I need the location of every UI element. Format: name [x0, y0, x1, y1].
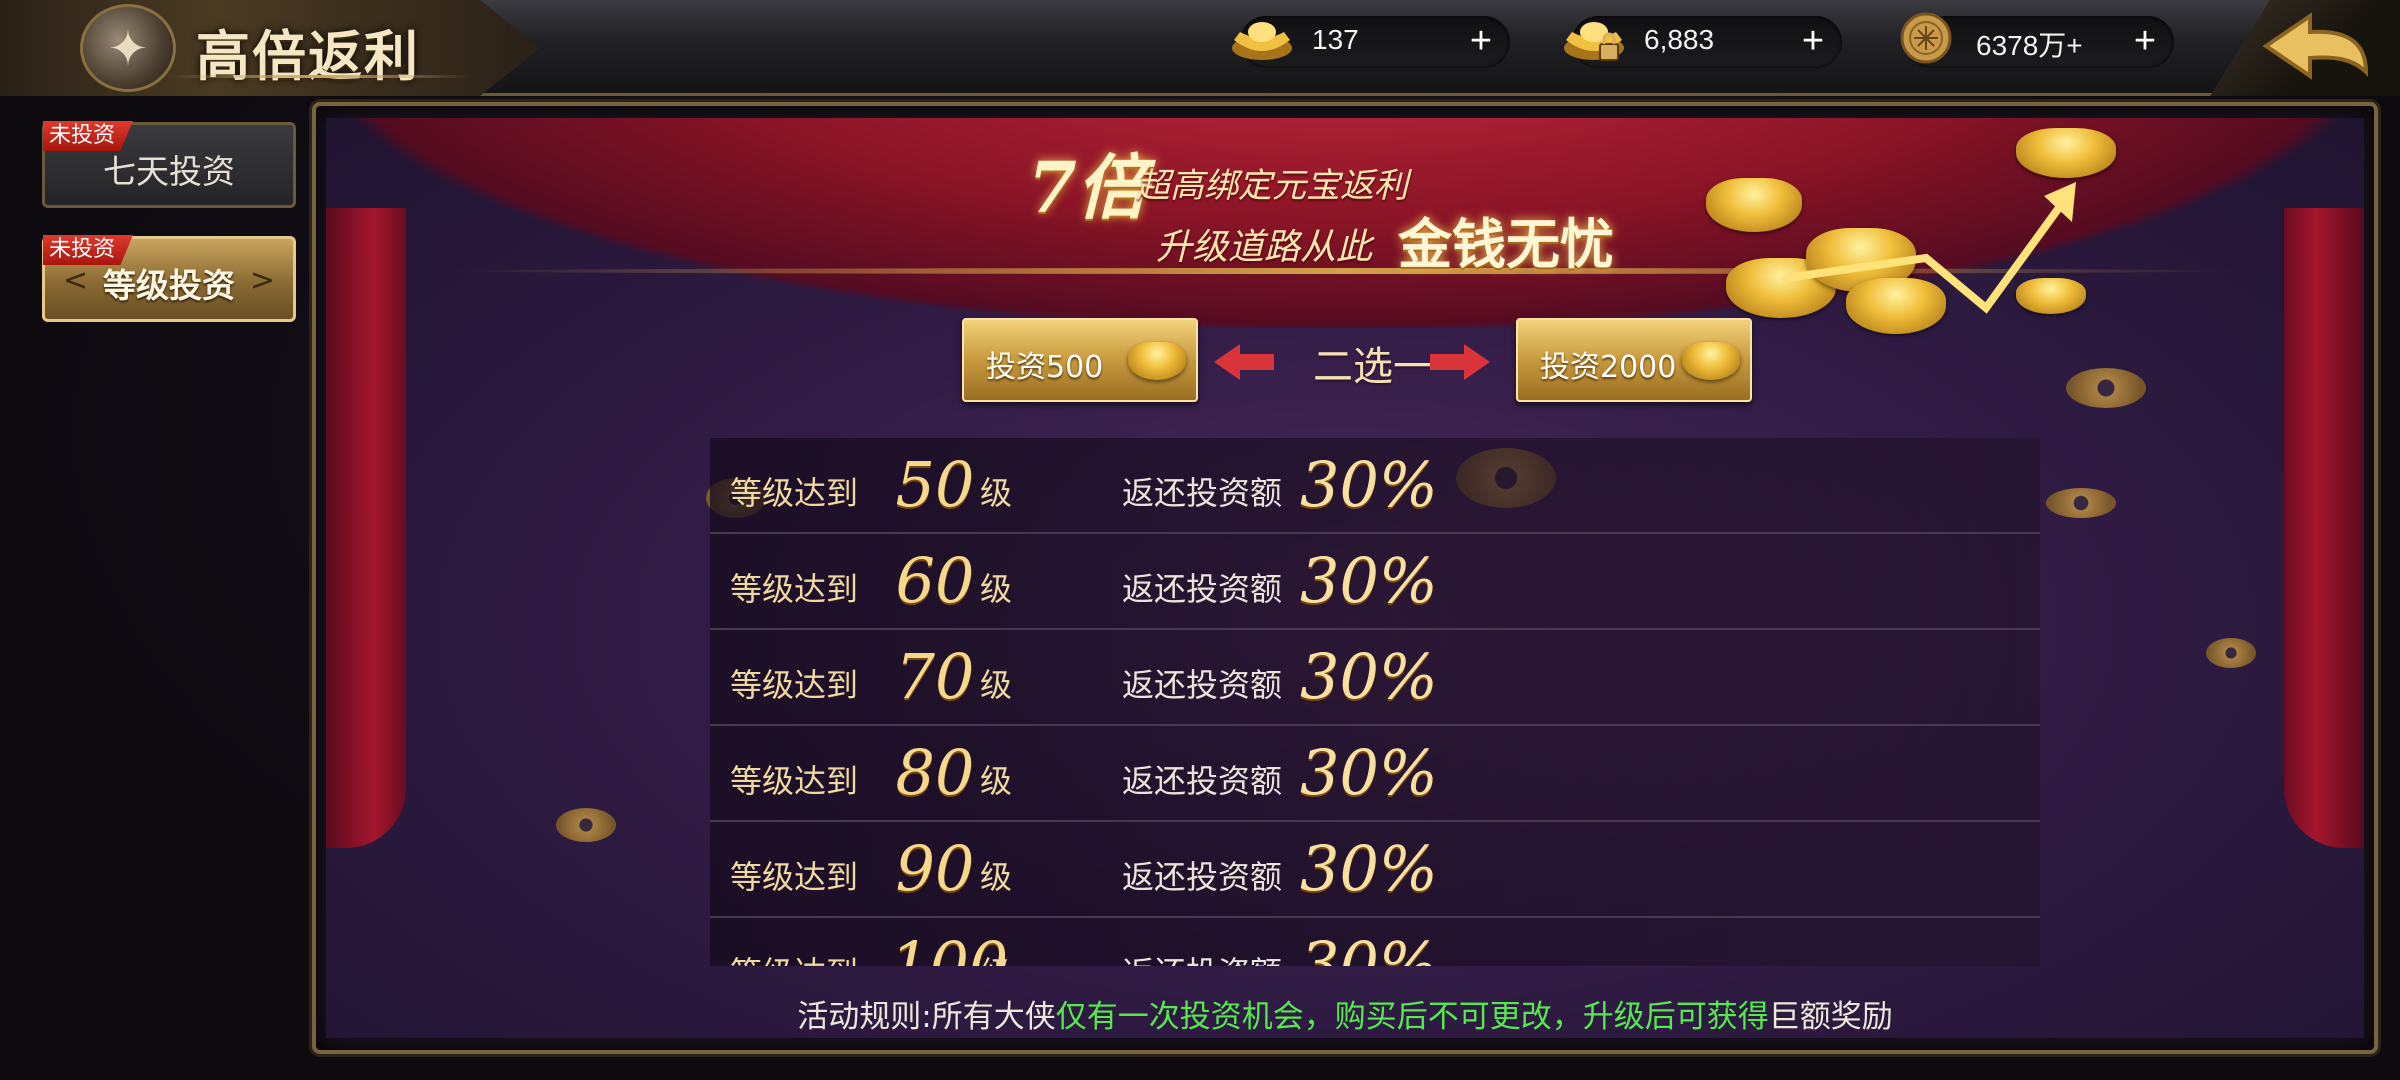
reward-row: 等级达到 60 级 返还投资额 30%: [710, 534, 2040, 630]
back-arrow-icon: [2262, 12, 2369, 80]
level-unit: 级: [980, 474, 1013, 512]
top-bar: ✦ 高倍返利 137 + 6,883 + 6378万+ +: [0, 0, 2400, 96]
return-label: 返还投资额: [1122, 666, 1283, 704]
coin-icon: [2046, 488, 2116, 518]
banner-multiplier: 7倍: [1028, 146, 1147, 229]
copper-coin-icon: [1900, 12, 1952, 64]
tab-label: 七天投资: [103, 152, 235, 191]
activity-rules: 活动规则:所有大侠仅有一次投资机会，购买后不可更改，升级后可获得巨额奖励: [326, 991, 2364, 1036]
add-coins-button[interactable]: +: [2122, 16, 2168, 68]
curtain-left: [326, 208, 406, 848]
banner-slogan: 金钱无忧: [1398, 213, 1614, 276]
level-label: 等级达到: [730, 858, 859, 896]
banner-line1: 超高绑定元宝返利: [1136, 166, 1408, 206]
rules-suffix: 巨额奖励: [1768, 999, 1893, 1035]
level-label: 等级达到: [730, 948, 858, 966]
return-label: 返还投资额: [1122, 570, 1283, 608]
coins-value: 6378万+: [1976, 30, 2083, 61]
level-label: 等级达到: [730, 570, 859, 608]
rising-arrow-icon: [1782, 182, 2076, 314]
return-label: 返还投资额: [1122, 948, 1282, 966]
screen: { "header": { "title": "高倍返利", "emblem_i…: [0, 0, 2400, 1080]
banner-line2: 升级道路从此: [1156, 227, 1373, 268]
return-percent: 30%: [1300, 640, 1438, 713]
arrow-right-icon: >: [249, 263, 275, 298]
locked-ingot-icon: [1564, 22, 1624, 61]
currency-bound-ingot: 6,883 +: [1564, 16, 1842, 68]
level-label: 等级达到: [730, 474, 859, 512]
gold-ingot-icon: [1232, 22, 1292, 60]
coin-icon: [2206, 638, 2256, 668]
level-number: 90: [895, 832, 975, 905]
rules-highlight: 仅有一次投资机会，购买后不可更改，升级后可获得: [1055, 999, 1769, 1035]
coin-icon: [2066, 368, 2146, 408]
reward-row: 等级达到 70 级 返还投资额 30%: [710, 630, 2040, 726]
red-right-arrow-icon: [1430, 344, 1490, 380]
invest-500-button[interactable]: 投资500: [962, 318, 1198, 402]
back-button[interactable]: [2210, 0, 2400, 96]
level-unit: 级: [980, 666, 1013, 704]
level-number: 100: [890, 928, 1009, 966]
not-invested-badge: 未投资: [43, 121, 134, 151]
level-label: 等级达到: [730, 762, 859, 800]
tab-seven-day-investment[interactable]: 七天投资 未投资: [42, 121, 296, 208]
tab-level-investment[interactable]: < 等级投资 > 未投资: [42, 235, 296, 322]
gold-ingot-icon: [1682, 342, 1740, 380]
page-title: 高倍返利: [196, 24, 420, 88]
bound-ingot-value: 6,883: [1644, 24, 1715, 55]
reward-row: 等级达到 80 级 返还投资额 30%: [710, 726, 2040, 822]
level-unit: 级: [980, 570, 1013, 608]
level-number: 50: [895, 448, 975, 521]
level-number: 80: [895, 736, 975, 809]
currency-gold-ingot: 137 +: [1232, 16, 1510, 68]
level-unit: 级: [980, 948, 1012, 966]
return-percent: 30%: [1300, 928, 1438, 966]
title-plate: ✦ 高倍返利: [0, 0, 540, 96]
reward-row: 等级达到 90 级 返还投资额 30%: [710, 822, 2040, 918]
invest-500-label: 投资500: [986, 350, 1104, 385]
gold-ingot-icon: [1128, 342, 1186, 380]
stage-background: 7倍 超高绑定元宝返利 升级道路从此 金钱无忧 投资500 二选一 投资2000: [326, 118, 2364, 1038]
level-number: 70: [895, 640, 975, 713]
warrior-emblem-icon: ✦: [80, 4, 176, 92]
red-left-arrow-icon: [1214, 344, 1274, 380]
level-number: 60: [895, 544, 975, 617]
add-bound-ingot-button[interactable]: +: [1790, 16, 1836, 68]
return-percent: 30%: [1300, 544, 1438, 617]
return-percent: 30%: [1300, 832, 1438, 905]
return-percent: 30%: [1300, 448, 1438, 521]
reward-list[interactable]: 等级达到 50 级 返还投资额 30% 等级达到 60 级 返还投资额 30% …: [710, 438, 2040, 966]
level-label: 等级达到: [730, 666, 859, 704]
level-unit: 级: [980, 762, 1013, 800]
currency-coins: 6378万+ +: [1900, 12, 2174, 68]
invest-2000-button[interactable]: 投资2000: [1516, 318, 1752, 402]
reward-row: 等级达到 100 级 返还投资额 30%: [710, 918, 2040, 966]
level-unit: 级: [980, 858, 1013, 896]
return-percent: 30%: [1300, 736, 1438, 809]
reward-row: 等级达到 50 级 返还投资额 30%: [710, 438, 2040, 534]
coin-icon: [556, 808, 616, 842]
rules-prefix: 活动规则:所有大侠: [797, 999, 1056, 1035]
invest-2000-label: 投资2000: [1540, 350, 1677, 385]
return-label: 返还投资额: [1122, 762, 1283, 800]
return-label: 返还投资额: [1122, 858, 1283, 896]
curtain-right: [2284, 208, 2364, 848]
main-panel: 7倍 超高绑定元宝返利 升级道路从此 金钱无忧 投资500 二选一 投资2000: [312, 102, 2378, 1054]
return-label: 返还投资额: [1122, 474, 1283, 512]
not-invested-badge: 未投资: [43, 235, 134, 265]
add-gold-ingot-button[interactable]: +: [1458, 16, 1504, 68]
gold-ingot-value: 137: [1312, 24, 1359, 55]
